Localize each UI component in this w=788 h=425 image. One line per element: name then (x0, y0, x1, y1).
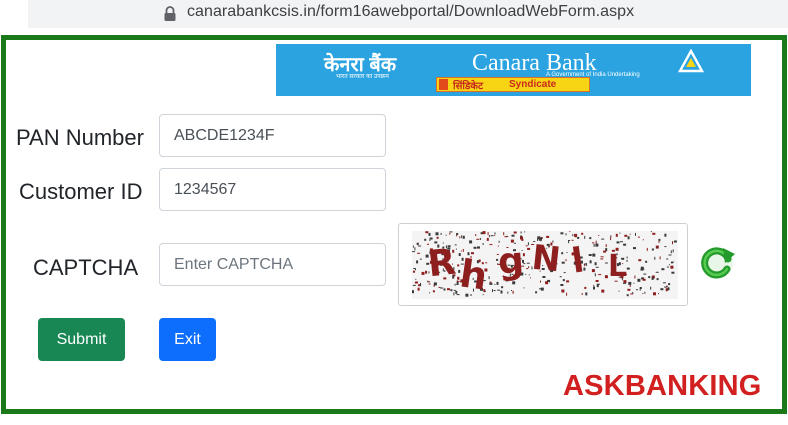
customer-id-input[interactable] (159, 168, 386, 211)
canara-bank-logo: केनरा बैंक भारत सरकार का उपक्रम Canara B… (276, 44, 751, 96)
captcha-char: R (425, 241, 458, 286)
captcha-char: g (496, 240, 526, 283)
exit-button[interactable]: Exit (159, 318, 216, 361)
pan-number-input[interactable] (159, 114, 386, 157)
pan-number-label: PAN Number (16, 125, 144, 150)
canara-triangle-icon (678, 49, 704, 73)
browser-address-bar[interactable]: canarabankcsis.in/form16awebportal/Downl… (0, 0, 788, 30)
customer-id-label: Customer ID (19, 179, 143, 204)
lock-icon[interactable] (163, 6, 177, 22)
captcha-label: CAPTCHA (33, 255, 139, 280)
askbanking-watermark: ASKBANKING (563, 370, 762, 402)
logo-hindi-tagline: भारत सरकार का उपक्रम (336, 74, 389, 80)
captcha-image-frame: RhgNlL (398, 223, 688, 306)
refresh-icon[interactable] (697, 242, 737, 282)
captcha-input[interactable] (159, 243, 386, 286)
syndicate-strip: सिंडिकेट Syndicate (436, 77, 590, 92)
syndicate-hindi: सिंडिकेट (453, 81, 484, 92)
captcha-image: RhgNlL (412, 231, 678, 299)
captcha-char: L (608, 249, 628, 284)
submit-button[interactable]: Submit (38, 318, 125, 361)
syndicate-english: Syndicate (509, 79, 557, 90)
captcha-char: N (529, 237, 563, 281)
url-text[interactable]: canarabankcsis.in/form16awebportal/Downl… (187, 3, 634, 21)
syndicate-mark-icon (439, 79, 448, 90)
